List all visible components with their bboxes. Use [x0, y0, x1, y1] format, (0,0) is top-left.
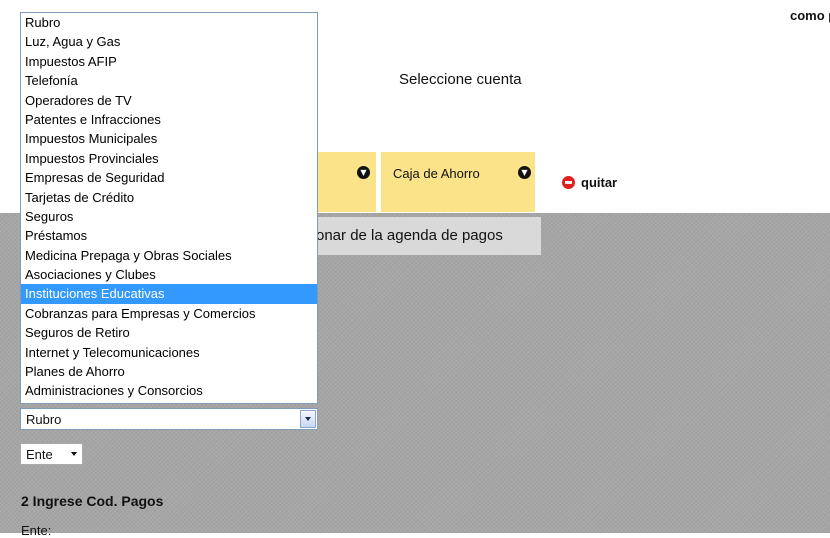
rubro-option[interactable]: Empresas de Seguridad — [21, 168, 317, 187]
chevron-down-icon[interactable]: ▼ — [518, 166, 531, 179]
rubro-option[interactable]: Medicina Prepaga y Obras Sociales — [21, 246, 317, 265]
dropdown-arrow-icon[interactable] — [300, 410, 316, 428]
account-dropdown[interactable]: Caja de Ahorro ▼ — [381, 152, 535, 212]
rubro-option[interactable]: Asociaciones y Clubes — [21, 265, 317, 284]
rubro-option[interactable]: Seguros de Retiro — [21, 323, 317, 342]
rubro-option[interactable]: Patentes e Infracciones — [21, 110, 317, 129]
rubro-select[interactable]: Rubro — [20, 408, 318, 430]
rubro-option[interactable]: Préstamos — [21, 226, 317, 245]
rubro-option[interactable]: Tarjetas de Crédito — [21, 188, 317, 207]
ente-select-value: Ente — [26, 447, 53, 462]
select-account-label: Seleccione cuenta — [399, 71, 522, 88]
remove-button[interactable]: quitar — [562, 175, 617, 190]
rubro-option[interactable]: Impuestos Municipales — [21, 129, 317, 148]
rubro-option[interactable]: Operadores de TV — [21, 91, 317, 110]
rubro-option[interactable]: Impuestos AFIP — [21, 52, 317, 71]
rubro-option[interactable]: Administraciones y Consorcios — [21, 381, 317, 400]
remove-label: quitar — [581, 175, 618, 190]
chevron-down-icon[interactable]: ▼ — [357, 166, 370, 179]
rubro-option[interactable]: Rubro — [21, 13, 317, 32]
caret-down-icon — [71, 452, 77, 456]
ente-label: Ente: — [21, 523, 52, 538]
rubro-option[interactable]: Internet y Telecomunicaciones — [21, 343, 317, 362]
rubro-dropdown-list[interactable]: Rubro Luz, Agua y Gas Impuestos AFIP Tel… — [20, 12, 318, 404]
rubro-option[interactable]: Impuestos Provinciales — [21, 149, 317, 168]
rubro-option[interactable]: Telefonía — [21, 71, 317, 90]
ente-select[interactable]: Ente — [20, 443, 83, 465]
rubro-option[interactable]: Cobranzas para Empresas y Comercios — [21, 304, 317, 323]
rubro-select-value: Rubro — [26, 412, 62, 427]
rubro-option[interactable]: Planes de Ahorro — [21, 362, 317, 381]
rubro-option[interactable]: Seguros — [21, 207, 317, 226]
remove-icon — [562, 176, 575, 189]
rubro-option-selected[interactable]: Instituciones Educativas — [21, 284, 317, 304]
section-title: 2 Ingrese Cod. Pagos — [21, 493, 164, 509]
agenda-button[interactable]: onar de la agenda de pagos — [300, 217, 541, 255]
header-text: como p — [790, 8, 830, 23]
rubro-option[interactable]: Luz, Agua y Gas — [21, 32, 317, 51]
selected-account: Caja de Ahorro — [393, 166, 480, 181]
